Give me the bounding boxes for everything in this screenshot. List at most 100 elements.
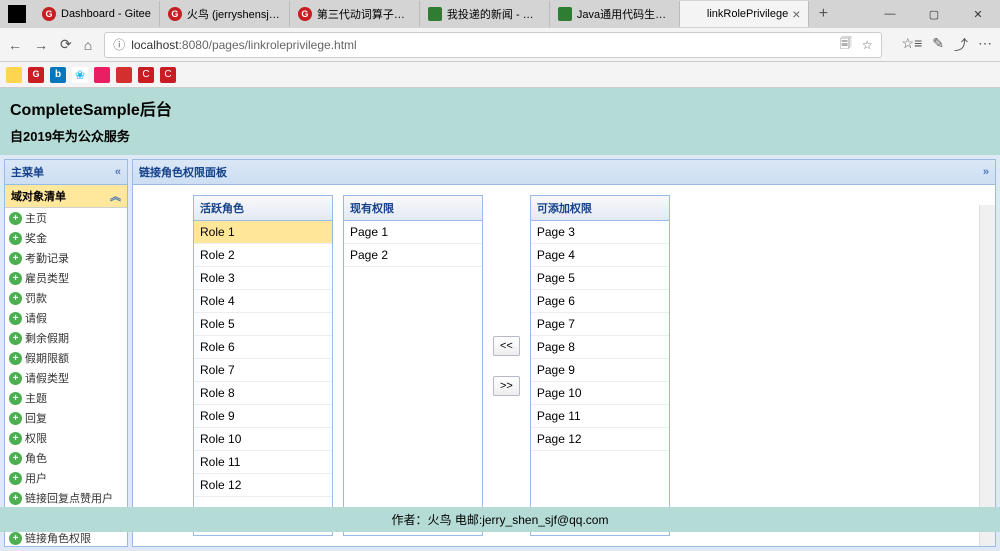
sidebar-item-label: 剩余假期 <box>25 330 69 346</box>
grid-row[interactable]: Page 11 <box>531 405 669 428</box>
bookmark-item[interactable]: C <box>160 67 176 83</box>
grid-row[interactable]: Role 4 <box>194 290 332 313</box>
grid-row[interactable]: Role 3 <box>194 267 332 290</box>
grid-row[interactable]: Page 7 <box>531 313 669 336</box>
grid-row[interactable]: Role 6 <box>194 336 332 359</box>
grid-row[interactable]: Page 10 <box>531 382 669 405</box>
sidebar-item[interactable]: +奖金 <box>5 228 127 248</box>
nav-home[interactable]: ⌂ <box>84 37 92 53</box>
grid-row[interactable]: Page 4 <box>531 244 669 267</box>
browser-tab[interactable]: G第三代动词算子式代码 <box>290 1 420 27</box>
bookmark-item[interactable] <box>6 67 22 83</box>
favorite-icon[interactable]: ☆ <box>862 38 873 52</box>
grid-row[interactable]: Page 5 <box>531 267 669 290</box>
favorites-icon[interactable]: ☆≡ <box>902 35 923 55</box>
grid-row[interactable]: Page 1 <box>344 221 482 244</box>
grid-row[interactable]: Role 12 <box>194 474 332 497</box>
grid-row[interactable]: Role 1 <box>194 221 332 244</box>
sidebar-item-label: 主页 <box>25 210 47 226</box>
roles-grid: 活跃角色 Role 1Role 2Role 3Role 4Role 5Role … <box>193 195 333 536</box>
browser-tab[interactable]: linkRolePrivilege× <box>680 1 810 27</box>
grid-row[interactable]: Role 11 <box>194 451 332 474</box>
sidebar-item-label: 奖金 <box>25 230 47 246</box>
add-privilege-button[interactable]: << <box>493 336 520 356</box>
sidebar-item[interactable]: +回复 <box>5 408 127 428</box>
sidebar-item[interactable]: +假期限额 <box>5 348 127 368</box>
sidebar-item-label: 雇员类型 <box>25 270 69 286</box>
sidebar-item-label: 回复 <box>25 410 47 426</box>
sidebar-item[interactable]: +主页 <box>5 208 127 228</box>
grid-row[interactable]: Page 9 <box>531 359 669 382</box>
sidebar-item-label: 权限 <box>25 430 47 446</box>
share-icon[interactable]: ⤴ <box>954 35 968 55</box>
window-maximize[interactable]: ▢ <box>912 0 956 28</box>
browser-tab[interactable]: G火鸟 (jerryshensjf) - Git <box>160 1 290 27</box>
grid-row[interactable]: Role 5 <box>194 313 332 336</box>
available-grid-header: 可添加权限 <box>531 196 669 221</box>
bookmark-item[interactable]: G <box>28 67 44 83</box>
favicon-icon: G <box>42 7 56 21</box>
sidebar-item[interactable]: +请假 <box>5 308 127 328</box>
reader-icon[interactable]: 🗐 <box>840 34 852 55</box>
bookmark-item[interactable] <box>116 67 132 83</box>
page-header: CompleteSample后台 自2019年为公众服务 <box>0 88 1000 155</box>
grid-row[interactable]: Page 2 <box>344 244 482 267</box>
browser-tab[interactable]: Java通用代码生成器光 <box>550 1 680 27</box>
sidebar-item[interactable]: +主题 <box>5 388 127 408</box>
sidebar-item[interactable]: +雇员类型 <box>5 268 127 288</box>
collapse-icon[interactable]: « <box>115 166 121 178</box>
nav-forward[interactable]: → <box>34 37 48 53</box>
browser-tab[interactable]: 我投递的新闻 - MS&A( <box>420 1 550 27</box>
browser-tab[interactable]: G Dashboard - Gitee <box>34 1 160 27</box>
sidebar-title: 主菜单 <box>11 164 44 180</box>
sidebar-item[interactable]: +角色 <box>5 448 127 468</box>
window-minimize[interactable]: — <box>868 0 912 28</box>
grid-row[interactable]: Page 12 <box>531 428 669 451</box>
remove-privilege-button[interactable]: >> <box>493 376 520 396</box>
grid-row[interactable]: Page 3 <box>531 221 669 244</box>
nav-back[interactable]: ← <box>8 37 22 53</box>
sidebar-item-label: 链接回复点赞用户 <box>25 490 113 506</box>
sidebar-item[interactable]: +用户 <box>5 468 127 488</box>
sidebar-item[interactable]: +罚款 <box>5 288 127 308</box>
plus-icon: + <box>9 352 22 365</box>
nav-refresh[interactable]: ⟳ <box>60 36 72 53</box>
plus-icon: + <box>9 412 22 425</box>
scrollbar[interactable] <box>979 205 995 546</box>
window-close[interactable]: ✕ <box>956 0 1000 28</box>
sidebar-item-label: 考勤记录 <box>25 250 69 266</box>
address-bar[interactable]: ⓘ localhost:8080/pages/linkroleprivilege… <box>104 32 881 58</box>
plus-icon: + <box>9 372 22 385</box>
collapse-icon[interactable]: » <box>983 166 989 178</box>
sidebar-item[interactable]: +剩余假期 <box>5 328 127 348</box>
grid-row[interactable]: Role 9 <box>194 405 332 428</box>
bookmark-item[interactable] <box>94 67 110 83</box>
grid-row[interactable]: Role 2 <box>194 244 332 267</box>
bookmark-item[interactable]: C <box>138 67 154 83</box>
more-icon[interactable]: ⋯ <box>978 35 992 55</box>
current-grid-header: 现有权限 <box>344 196 482 221</box>
new-tab-button[interactable]: + <box>809 5 837 23</box>
bookmark-item[interactable]: ❀ <box>72 67 88 83</box>
url-host: localhost <box>131 38 178 52</box>
notes-icon[interactable]: ✎ <box>932 35 944 55</box>
main-panel-title: 链接角色权限面板 <box>139 164 227 180</box>
grid-row[interactable]: Role 10 <box>194 428 332 451</box>
sidebar-menu: +主页+奖金+考勤记录+雇员类型+罚款+请假+剩余假期+假期限额+请假类型+主题… <box>5 208 127 546</box>
bookmark-item[interactable]: b <box>50 67 66 83</box>
grid-row[interactable]: Role 8 <box>194 382 332 405</box>
close-icon[interactable]: × <box>792 6 800 22</box>
plus-icon: + <box>9 212 22 225</box>
bookmarks-bar: G b ❀ C C <box>0 62 1000 88</box>
plus-icon: + <box>9 532 22 545</box>
grid-row[interactable]: Page 8 <box>531 336 669 359</box>
grid-row[interactable]: Role 7 <box>194 359 332 382</box>
tab-label: Dashboard - Gitee <box>61 8 151 20</box>
sidebar-item[interactable]: +考勤记录 <box>5 248 127 268</box>
sidebar-subheader: 域对象清单 <box>11 188 66 204</box>
chevron-up-icon[interactable]: ︽ <box>110 188 121 204</box>
sidebar-item[interactable]: +权限 <box>5 428 127 448</box>
sidebar-item[interactable]: +请假类型 <box>5 368 127 388</box>
grid-row[interactable]: Page 6 <box>531 290 669 313</box>
sidebar-item[interactable]: +链接回复点赞用户 <box>5 488 127 508</box>
